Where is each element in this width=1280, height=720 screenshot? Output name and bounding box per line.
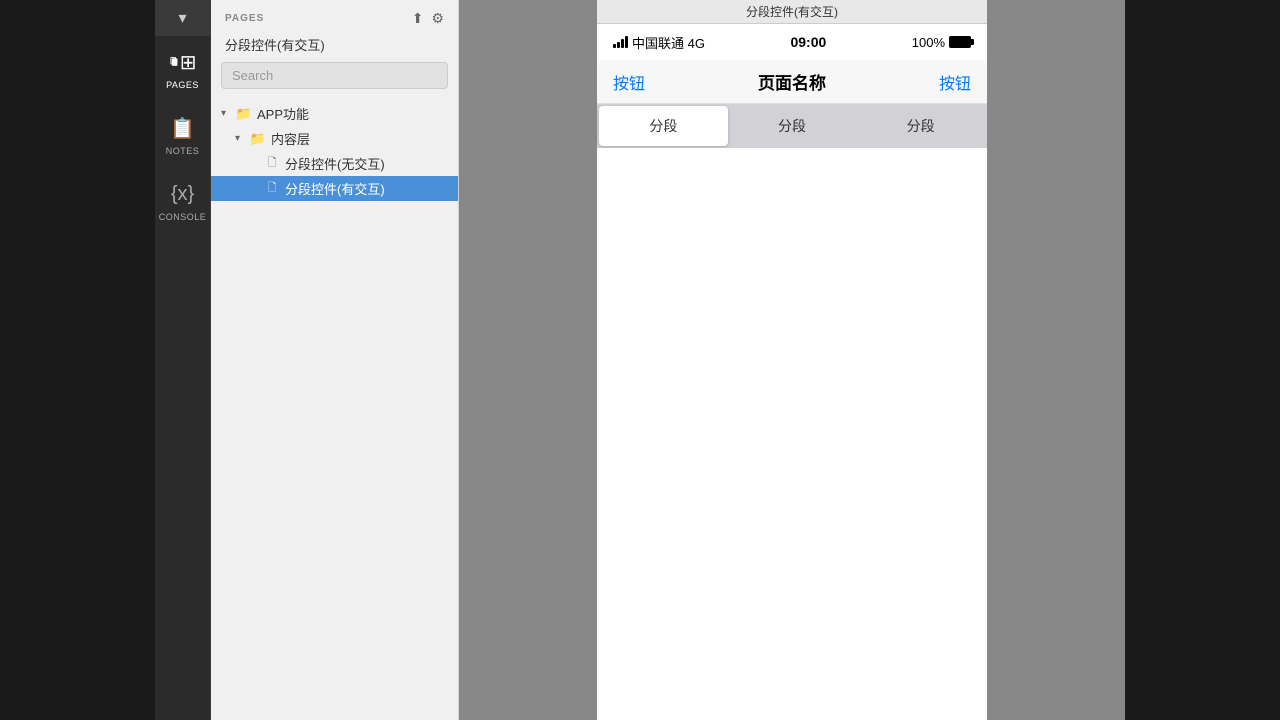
tree-spacer-1: ▸: [249, 158, 263, 169]
sidebar-console-label: CONSOLE: [159, 212, 207, 222]
pages-section-title: PAGES: [225, 13, 264, 24]
nav-left-button[interactable]: 按钮: [613, 70, 645, 94]
search-input[interactable]: Search: [221, 62, 448, 89]
window-titlebar: 分段控件(有交互): [597, 0, 987, 24]
sidebar-item-console[interactable]: {x} CONSOLE: [155, 168, 211, 234]
pages-icon: ⊞: [169, 48, 197, 76]
segment-2[interactable]: 分段: [856, 106, 985, 146]
export-icon[interactable]: ⬆: [412, 10, 424, 27]
tree-container: ▾ 📁 APP功能 ▾ 📁 内容层 ▸ 🗋 分段控件(无交互) ▸ 🗋 分段控件…: [211, 97, 458, 720]
tree-label-page-no-interact: 分段控件(无交互): [285, 154, 385, 173]
content-area: [597, 148, 987, 720]
app-container: ▾ ⊞ PAGES 📋 NOTES: [155, 0, 1125, 720]
tree-item-page-with-interact[interactable]: ▸ 🗋 分段控件(有交互): [211, 176, 458, 201]
page-with-interact-icon: 🗋: [263, 181, 281, 197]
nav-title: 页面名称: [758, 69, 826, 94]
segmented-control: 分段 分段 分段: [597, 104, 987, 148]
sidebar-pages-label: PAGES: [166, 80, 199, 90]
segment-1[interactable]: 分段: [728, 106, 857, 146]
current-page-name: 分段控件(有交互): [211, 33, 458, 62]
tree-item-content-layer[interactable]: ▾ 📁 内容层: [211, 126, 458, 151]
folder-icon: 📁: [235, 106, 253, 122]
tree-arrow-content-icon: ▾: [235, 133, 249, 144]
pages-panel: PAGES ⬆ ⚙ 分段控件(有交互) Search ▾ 📁 APP功能 ▾ 📁…: [211, 0, 459, 720]
dropdown-bar[interactable]: ▾: [155, 0, 211, 36]
pages-header-actions: ⬆ ⚙: [412, 10, 444, 27]
window-title: 分段控件(有交互): [746, 3, 838, 20]
icon-sidebar: ▾ ⊞ PAGES 📋 NOTES: [155, 0, 211, 720]
tree-item-page-no-interact[interactable]: ▸ 🗋 分段控件(无交互): [211, 151, 458, 176]
tree-label-content-layer: 内容层: [271, 129, 310, 148]
tree-item-app-root[interactable]: ▾ 📁 APP功能: [211, 101, 458, 126]
tree-arrow-icon: ▾: [221, 108, 235, 119]
carrier-label: 中国联通 4G: [632, 33, 705, 52]
battery-percent: 100%: [912, 35, 945, 50]
segment-1-label: 分段: [778, 116, 806, 136]
mobile-frame: 分段控件(有交互) 中国联通 4G 09:00 100%: [597, 0, 987, 720]
status-right: 100%: [912, 35, 971, 50]
tree-spacer-2: ▸: [249, 183, 263, 194]
dropdown-arrow-icon: ▾: [178, 8, 186, 28]
segment-0-label: 分段: [649, 116, 677, 136]
notes-icon: 📋: [169, 114, 197, 142]
battery-icon: [949, 36, 971, 48]
tree-label-app-root: APP功能: [257, 104, 309, 123]
segment-2-label: 分段: [907, 116, 935, 136]
folder-content-icon: 📁: [249, 131, 267, 147]
sidebar-notes-label: NOTES: [166, 146, 200, 156]
nav-bar: 按钮 页面名称 按钮: [597, 60, 987, 104]
search-placeholder: Search: [232, 68, 273, 83]
signal-icon: [613, 36, 628, 48]
segment-0[interactable]: 分段: [599, 106, 728, 146]
pages-header: PAGES ⬆ ⚙: [211, 0, 458, 33]
status-time: 09:00: [790, 34, 826, 50]
console-icon: {x}: [169, 180, 197, 208]
preview-area: 分段控件(有交互) 中国联通 4G 09:00 100%: [459, 0, 1125, 720]
status-bar: 中国联通 4G 09:00 100%: [597, 24, 987, 60]
settings-icon[interactable]: ⚙: [431, 10, 444, 27]
sidebar-item-notes[interactable]: 📋 NOTES: [155, 102, 211, 168]
nav-right-button[interactable]: 按钮: [939, 70, 971, 94]
status-left: 中国联通 4G: [613, 33, 705, 52]
page-no-interact-icon: 🗋: [263, 156, 281, 172]
tree-label-page-with-interact: 分段控件(有交互): [285, 179, 385, 198]
sidebar-item-pages[interactable]: ⊞ PAGES: [155, 36, 211, 102]
